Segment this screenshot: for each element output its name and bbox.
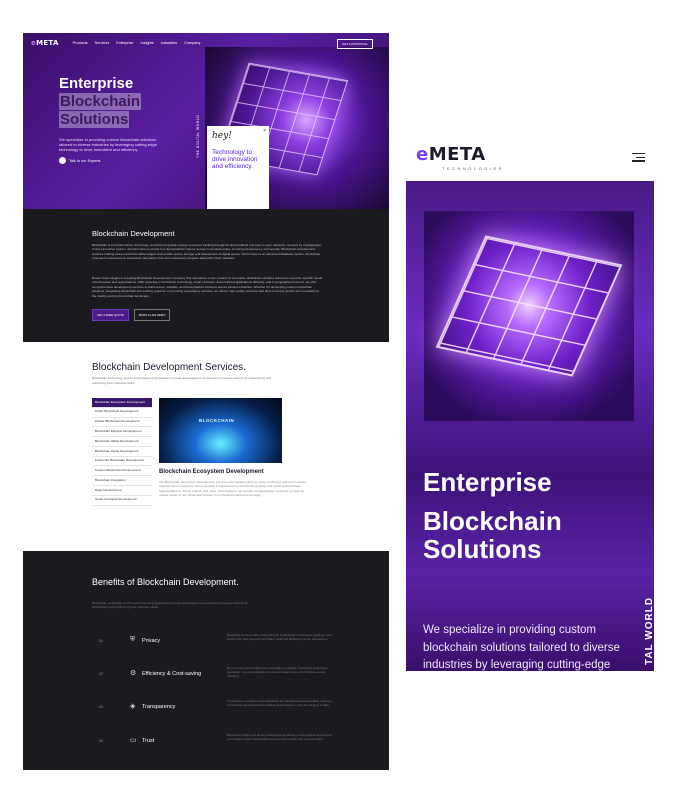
mobile-logo[interactable]: eMETA [416, 144, 486, 165]
benefit-number: 04 [99, 739, 103, 743]
development-section: Blockchain Development Blockchain is a t… [23, 209, 389, 342]
logo-text: META [36, 39, 59, 47]
nav-link-services[interactable]: Services [95, 41, 110, 45]
hero-title-line2: Blockchain [59, 93, 142, 110]
services-section: Blockchain Development Services. Blockch… [23, 342, 389, 551]
desktop-logo[interactable]: eMETA [31, 39, 59, 47]
benefit-row: 04 ▭ Trust Blockchain instills trust amo… [92, 731, 342, 759]
mobile-hero: Enterprise Blockchain Solutions We speci… [406, 181, 654, 671]
mobile-hero-title-line1: Enterprise [423, 467, 552, 497]
nav-cta-button[interactable]: GET A PROPOSAL [337, 39, 373, 49]
benefit-row: 01 ⛨ Privacy Blockchain ensures data pri… [92, 631, 342, 659]
hero-title-line1: Enterprise [59, 75, 134, 92]
development-buttons: GET A FREE QUOTE BOOK A LIVE DEMO [92, 309, 171, 321]
service-item-enterprise[interactable]: Enterprise Blockchain Development [92, 457, 152, 467]
talk-label: Talk to our Experts [69, 158, 101, 163]
nav-link-industries[interactable]: Industries [161, 41, 177, 45]
mobile-header: eMETA TECHNOLOGIES [406, 140, 654, 182]
services-heading: Blockchain Development Services. [92, 362, 246, 373]
trust-icon: ▭ [130, 737, 137, 744]
hero-title: Enterprise Blockchain Solutions [59, 75, 169, 129]
logo-text: META [428, 144, 486, 165]
benefit-name: Efficiency & Cost-saving [142, 671, 202, 677]
desktop-mockup: eMETA Products Services Enterprise Insig… [23, 33, 389, 770]
logo-accent: e [416, 144, 429, 165]
mobile-vertical-label: TAL WORLD [644, 596, 654, 665]
services-subtext: Blockchain technology and its accompanyi… [92, 376, 272, 385]
shield-icon: ⛨ [130, 636, 136, 643]
benefit-name: Transparency [142, 704, 176, 710]
logo-subtitle: TECHNOLOGIES [442, 166, 504, 171]
cube-grid-graphic [435, 235, 623, 377]
live-demo-button[interactable]: BOOK A LIVE DEMO [134, 309, 171, 321]
service-item-smart-contracts[interactable]: Smart Contracts Development [92, 496, 152, 506]
desktop-hero: eMETA Products Services Enterprise Insig… [23, 33, 389, 209]
vertical-label: THE DIGITAL WORLD [196, 114, 200, 158]
service-item-private[interactable]: Private Blockchain Development [92, 418, 152, 428]
gear-icon: ⚙ [130, 670, 137, 677]
benefit-name: Privacy [142, 638, 161, 644]
service-item-game[interactable]: Blockchain Game Development [92, 447, 152, 457]
development-paragraph-2: Emeta Technologies is a leading Blockcha… [92, 276, 323, 298]
development-paragraph-1: Blockchain is a transformative technolog… [92, 243, 322, 261]
service-image: BLOCKCHAIN [159, 398, 282, 463]
transparency-icon: ◈ [130, 703, 136, 710]
service-image-label: BLOCKCHAIN [199, 418, 235, 423]
benefits-section: Benefits of Blockchain Development. Bloc… [23, 551, 389, 770]
service-item-custom[interactable]: Custom Blockchain Development [92, 466, 152, 477]
services-list: Blockchain Ecosystem Development Public … [92, 398, 152, 506]
nav-link-products[interactable]: Products [73, 41, 88, 45]
service-detail-description: Our Blockchain Ecosystem Development ser… [159, 480, 307, 497]
play-icon [59, 157, 66, 164]
benefit-description: By removing intermediaries and automatin… [227, 666, 328, 678]
nav-link-enterprise[interactable]: Enterprise [116, 41, 133, 45]
mobile-hero-description: We specialize in providing custom blockc… [423, 624, 620, 671]
nav-link-company[interactable]: Company [184, 41, 200, 45]
benefit-number: 01 [99, 639, 103, 643]
benefit-description: Transactions recorded on the blockchain … [227, 699, 332, 707]
service-item-public[interactable]: Public Blockchain Development [92, 408, 152, 418]
screenshot-canvas: eMETA Products Services Enterprise Insig… [0, 0, 676, 803]
service-item-ecosystem[interactable]: Blockchain Ecosystem Development [92, 398, 152, 408]
close-icon[interactable]: × [263, 128, 266, 134]
hero-popup-card: × hey! Technology to drive innovation an… [207, 126, 269, 209]
service-item-dapp[interactable]: Dapp Development [92, 486, 152, 496]
mobile-hero-title-line2: Blockchain Solutions [423, 506, 562, 564]
nav-links: Products Services Enterprise Insights In… [73, 41, 201, 45]
card-text: Technology to drive innovation and effic… [212, 149, 258, 170]
mobile-cube-image [424, 211, 634, 421]
free-quote-button[interactable]: GET A FREE QUOTE [92, 309, 129, 321]
benefits-subtext: Blockchain technology and its accompanyi… [92, 601, 248, 610]
hero-title-line3: Solutions [59, 111, 130, 128]
benefit-description: Blockchain instills trust among particip… [227, 733, 333, 741]
hero-description: We specialize in providing custom blockc… [59, 137, 157, 152]
desktop-navbar: eMETA Products Services Enterprise Insig… [23, 33, 389, 53]
benefit-description: Blockchain ensures data privacy through … [227, 633, 332, 641]
service-item-explorer[interactable]: Blockchain Explorer Development [92, 427, 152, 438]
development-heading: Blockchain Development [92, 229, 175, 238]
talk-to-experts-button[interactable]: Talk to our Experts [59, 157, 100, 164]
hamburger-menu-icon[interactable] [632, 153, 645, 162]
service-item-wallet[interactable]: Blockchain Wallet Development [92, 437, 152, 447]
benefit-row: 02 ⚙ Efficiency & Cost-saving By removin… [92, 664, 342, 692]
card-greeting: hey! [212, 131, 232, 141]
benefit-number: 02 [99, 672, 103, 676]
benefit-row: 03 ◈ Transparency Transactions recorded … [92, 697, 342, 725]
service-detail-title: Blockchain Ecosystem Development [159, 469, 264, 475]
benefit-number: 03 [99, 705, 103, 709]
benefit-name: Trust [142, 738, 155, 744]
mobile-mockup: eMETA TECHNOLOGIES Enterprise Blockchain… [406, 140, 654, 671]
benefits-heading: Benefits of Blockchain Development. [92, 577, 239, 587]
service-item-integration[interactable]: Blockchain Integration [92, 476, 152, 487]
nav-link-insights[interactable]: Insights [141, 41, 154, 45]
